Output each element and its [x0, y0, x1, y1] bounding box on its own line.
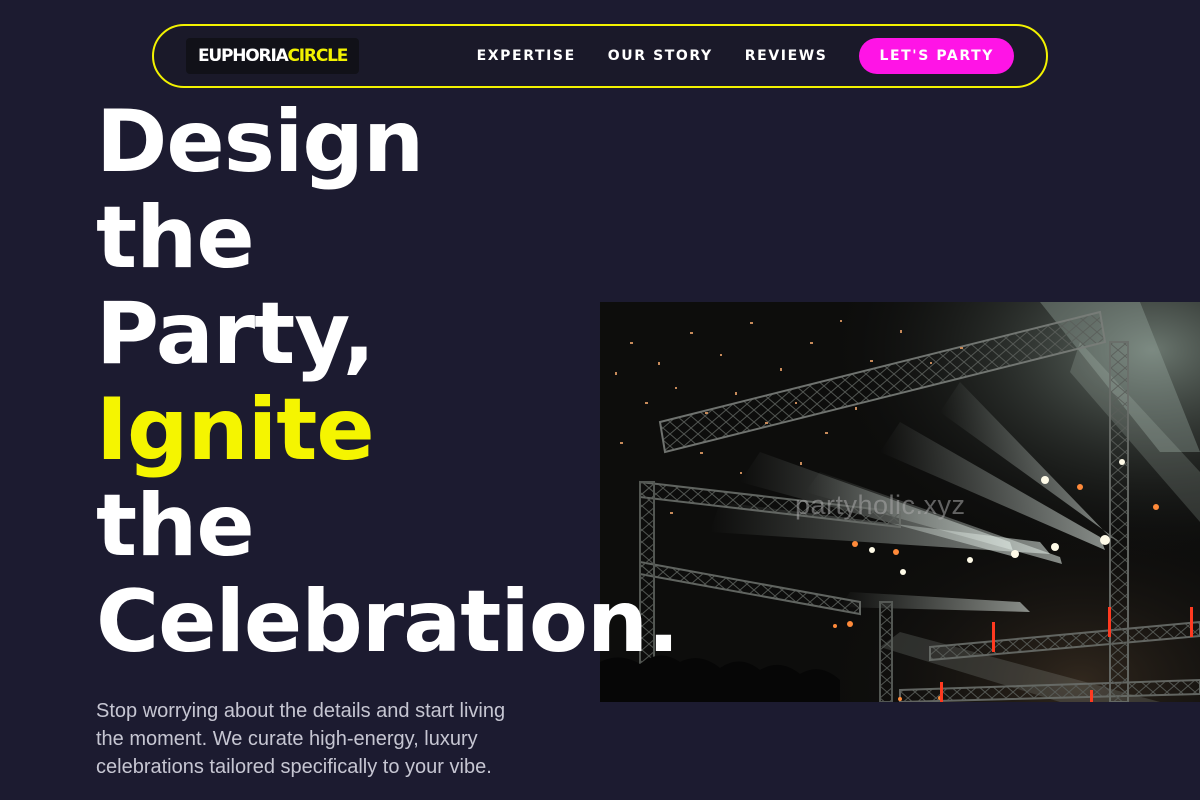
brand-logo[interactable]: EUPHORIA CIRCLE: [186, 38, 360, 74]
top-nav: EUPHORIA CIRCLE EXPERTISE OUR STORY REVIE…: [152, 24, 1048, 88]
hero-title-line: Design: [96, 92, 424, 192]
nav-link-reviews[interactable]: REVIEWS: [745, 48, 828, 64]
brand-name-part2: CIRCLE: [287, 46, 349, 66]
landing-page: EUPHORIA CIRCLE EXPERTISE OUR STORY REVIE…: [0, 0, 1200, 800]
lets-party-button[interactable]: LET'S PARTY: [859, 38, 1014, 74]
nav-link-expertise[interactable]: EXPERTISE: [477, 48, 576, 64]
brand-name-part1: EUPHORIA: [198, 46, 289, 66]
hero-title-line: the: [96, 188, 255, 288]
hero-description: Stop worrying about the details and star…: [96, 700, 506, 778]
nav-link-our-story[interactable]: OUR STORY: [608, 48, 713, 64]
hero-title-line: Celebration.: [96, 572, 680, 672]
hero-title-line: Party,: [96, 284, 375, 384]
hero-title-highlight: Ignite: [96, 380, 375, 480]
nav-links: EXPERTISE OUR STORY REVIEWS LET'S PARTY: [477, 38, 1014, 74]
hero-concert-image: partyholic.xyz: [600, 302, 1200, 702]
hero-title-line: the: [96, 476, 255, 576]
image-watermark: partyholic.xyz: [795, 490, 966, 520]
hero-title: Design the Party, Ignite the Celebration…: [96, 92, 680, 672]
